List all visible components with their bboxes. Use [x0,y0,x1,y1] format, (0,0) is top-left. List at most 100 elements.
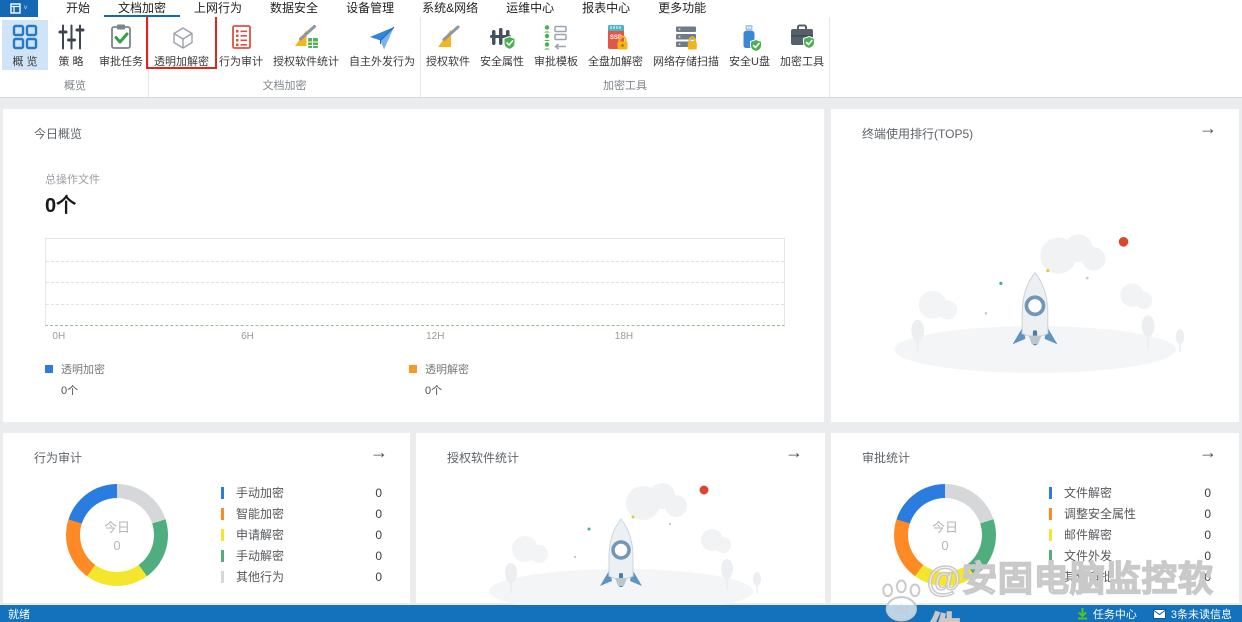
legend-value: 0 [1204,527,1211,542]
card-approval-stats: 审批统计 → 今日 0 文件解密 0 调整安全属性 0 邮件解密 0 文件外发 0 其他… [830,432,1240,604]
legend-row: 智能加密 0 [221,503,382,524]
donut-center-label: 今日 [103,520,130,535]
legend-label: 手动解密 [236,549,285,563]
tab-more-functions[interactable]: 更多功能 [644,0,720,17]
ribbon-item-fulldisk-encryption[interactable]: SSD 全盘加解密 [583,20,648,70]
cube-icon [172,27,193,49]
donut-center: 今日 0 [908,498,982,572]
ruler-pencil-icon [438,25,460,47]
goto-arrow[interactable]: → [1199,443,1217,461]
ribbon-item-behavior-audit[interactable]: 行为审计 [214,20,268,70]
ribbon-group-label: 概览 [64,80,86,92]
legend-value: 0 [1204,485,1211,500]
unread-messages-label: 3条未读信息 [1170,608,1232,621]
sliders-icon [58,24,85,50]
fence-shield-icon [490,28,516,50]
metric-label: 总操作文件 [45,174,100,186]
gridline [46,282,784,283]
legend-label: 手动加密 [236,486,285,500]
card-behavior-audit: 行为审计 → 今日 0 手动加密 0 智能加密 0 申请解密 0 手动解密 0 其他行为… [2,432,411,604]
ribbon-item-security-attribute[interactable]: 安全属性 [475,20,529,70]
ribbon-item-label: 网络存储扫描 [653,56,719,68]
legend-label: 文件解密 [1064,486,1113,500]
ribbon-item-encryption-tools[interactable]: 加密工具 [775,20,829,70]
approval-legend: 文件解密 0 调整安全属性 0 邮件解密 0 文件外发 0 其他审批 0 [1049,482,1211,587]
empty-state-rocket-illustration [486,481,763,613]
goto-arrow[interactable]: → [1199,119,1217,137]
unread-messages-button[interactable]: 3条未读信息 [1152,606,1232,622]
legend-row: 邮件解密 0 [1049,524,1211,545]
goto-arrow[interactable]: → [370,443,388,461]
legend-label: 其他审批 [1064,570,1113,584]
legend-value: 0个 [61,385,79,397]
ribbon-item-licensed-software-stats[interactable]: 授权软件统计 [268,20,344,70]
ruler-pencil-table-icon [295,25,318,48]
ssd-lock-icon: SSD [607,25,627,50]
ribbon-item-approval-template[interactable]: 审批模板 [529,20,583,70]
status-ready-text: 就绪 [8,608,30,621]
card-title: 今日概览 [34,127,83,141]
usb-shield-icon [743,25,763,51]
ribbon-item-label: 策 略 [58,56,84,68]
ribbon-group-overview: 概 览 策 略 审批任务 概览 [2,17,149,97]
legend-value: 0 [375,527,382,542]
donut-center-value: 0 [113,538,121,553]
tab-data-security[interactable]: 数据安全 [256,0,332,17]
ribbon-item-secure-usb[interactable]: 安全U盘 [724,20,775,70]
ribbon-item-licensed-software[interactable]: 授权软件 [421,20,475,70]
hourly-operations-chart [45,238,785,326]
approval-donut-chart: 今日 0 [894,484,996,586]
legend-row: 其他审批 0 [1049,566,1211,587]
ribbon-item-label: 安全属性 [480,56,524,68]
card-terminal-ranking: 终端使用排行(TOP5) → [830,108,1240,423]
app-menu-button[interactable]: ˅ [0,0,38,17]
legend-row: 文件解密 0 [1049,482,1211,503]
audit-list-icon [232,25,251,49]
task-center-label: 任务中心 [1092,608,1137,621]
tab-start[interactable]: 开始 [52,0,104,17]
tab-ops-center[interactable]: 运维中心 [492,0,568,17]
x-tick: 0H [52,331,66,342]
legend-swatch [221,486,224,499]
chevron-down-icon: ˅ [23,5,28,12]
ribbon-item-label: 授权软件 [426,56,470,68]
tab-doc-encryption[interactable]: 文档加密 [104,0,181,17]
tab-internet-behavior[interactable]: 上网行为 [180,0,256,17]
legend-swatch [1049,507,1052,520]
legend-row: 文件外发 0 [1049,545,1211,566]
legend-label: 文件外发 [1064,549,1113,563]
tab-device-management[interactable]: 设备管理 [332,0,408,17]
message-icon [1152,608,1166,619]
gridline [46,260,784,262]
legend-label: 透明解密 [425,364,469,376]
ribbon-group-encryption-tools: 授权软件 安全属性 审批模板 SSD 全盘加解密 网络存储扫描 安全U盘 加密工… [421,17,830,97]
goto-arrow[interactable]: → [785,443,803,461]
x-tick: 18H [614,331,634,342]
ribbon-item-policy[interactable]: 策 略 [48,20,94,70]
legend-row: 调整安全属性 0 [1049,503,1211,524]
legend-value: 0 [375,548,382,563]
legend-swatch [221,528,224,541]
tab-system-network[interactable]: 系统&网络 [408,0,492,17]
tab-report-center[interactable]: 报表中心 [568,0,644,17]
legend-row: 手动加密 0 [221,482,382,503]
ribbon-item-network-storage-scan[interactable]: 网络存储扫描 [648,20,724,70]
ribbon-item-overview[interactable]: 概 览 [2,20,48,70]
donut-center: 今日 0 [80,498,154,572]
x-tick: 12H [426,331,445,342]
ribbon-item-label: 审批任务 [99,56,143,68]
legend-swatch [1049,486,1052,499]
legend-swatch [221,507,224,520]
ribbon: 概 览 策 略 审批任务 概览 透明加解密 行为审计 授权软件统计 自主外发行为… [0,13,1242,98]
ribbon-item-approval-tasks[interactable]: 审批任务 [94,20,148,70]
ribbon-item-transparent-encryption[interactable]: 透明加解密 [146,13,217,70]
legend-label: 申请解密 [236,528,285,542]
ribbon-item-label: 透明加解密 [154,56,209,68]
task-center-button[interactable]: 任务中心 [1077,606,1137,622]
ribbon-item-label: 概 览 [12,56,38,68]
ribbon-item-self-outgoing[interactable]: 自主外发行为 [344,20,420,70]
ribbon-group-label: 文档加密 [262,80,307,92]
org-template-icon [544,25,567,50]
card-title: 行为审计 [34,451,83,465]
ribbon-item-label: 加密工具 [779,56,824,68]
